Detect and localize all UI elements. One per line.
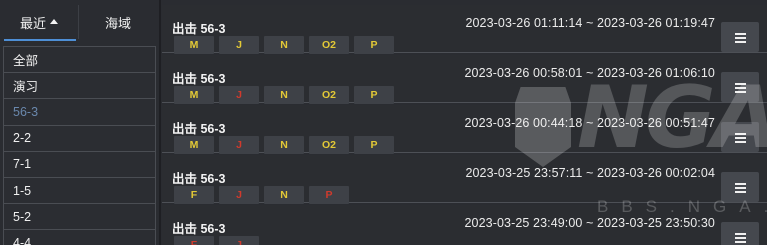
node-badge: J [219, 36, 259, 54]
node-badge: J [219, 236, 259, 245]
list-item[interactable]: 全部 [3, 46, 156, 73]
list-item[interactable]: 4-4 [3, 229, 156, 245]
record-time-range: 2023-03-26 00:44:18 ~ 2023-03-26 00:51:4… [464, 116, 715, 130]
record-time-range: 2023-03-26 00:58:01 ~ 2023-03-26 01:06:1… [464, 66, 715, 80]
node-badge: P [354, 136, 394, 154]
hamburger-menu-icon [734, 132, 746, 143]
map-filter-list: 全部 演习 56-3 2-2 7-1 1-5 5-2 4-4 [3, 46, 156, 245]
battle-record: 出击 56-3 2023-03-26 01:11:14 ~ 2023-03-26 … [162, 5, 767, 54]
node-badge: O2 [309, 86, 349, 104]
battle-record: 出击 56-3 2023-03-25 23:49:00 ~ 2023-03-25 … [162, 205, 767, 245]
list-item[interactable]: 5-2 [3, 203, 156, 230]
record-menu-button[interactable] [721, 122, 759, 152]
record-time-range: 2023-03-25 23:57:11 ~ 2023-03-26 00:02:0… [465, 166, 715, 180]
list-item[interactable]: 1-5 [3, 176, 156, 204]
node-badge: M [174, 136, 214, 154]
battle-record-list: 出击 56-3 2023-03-26 01:11:14 ~ 2023-03-26 … [162, 0, 767, 245]
tab-recent-label: 最近 [19, 15, 46, 31]
record-menu-button[interactable] [721, 72, 759, 102]
node-badge: P [309, 186, 349, 204]
node-badges: M J N O2 P [174, 36, 394, 54]
node-badge: F [174, 236, 214, 245]
node-badge: M [174, 36, 214, 54]
node-badge: N [264, 136, 304, 154]
tab-sea-area[interactable]: 海域 [80, 3, 156, 41]
hamburger-menu-icon [734, 232, 746, 243]
record-time-range: 2023-03-26 01:11:14 ~ 2023-03-26 01:19:4… [465, 16, 715, 30]
node-badge: J [219, 186, 259, 204]
panel-divider [159, 0, 161, 245]
record-title: 出击 56-3 [172, 222, 226, 236]
tab-bar: 最近 海域 [0, 0, 159, 43]
list-item[interactable]: 56-3 [3, 98, 156, 125]
battle-record: 出击 56-3 2023-03-25 23:57:11 ~ 2023-03-26 … [162, 155, 767, 204]
node-badge: J [219, 136, 259, 154]
record-title: 出击 56-3 [172, 72, 226, 86]
record-title: 出击 56-3 [172, 122, 226, 136]
tab-sea-area-label: 海域 [104, 15, 131, 31]
list-item[interactable]: 演习 [3, 72, 156, 99]
node-badge: N [264, 86, 304, 104]
tab-divider [78, 5, 79, 39]
caret-up-icon [50, 18, 58, 24]
record-menu-button[interactable] [721, 22, 759, 52]
record-title: 出击 56-3 [172, 172, 226, 186]
battle-record: 出击 56-3 2023-03-26 00:44:18 ~ 2023-03-26 … [162, 105, 767, 154]
node-badge: O2 [309, 136, 349, 154]
battle-record: 出击 56-3 2023-03-26 00:58:01 ~ 2023-03-26 … [162, 55, 767, 104]
node-badges: M J N O2 P [174, 86, 394, 104]
node-badge: P [354, 36, 394, 54]
left-panel: 最近 海域 全部 演习 56-3 2-2 7-1 1-5 5-2 4-4 [0, 0, 159, 245]
list-item[interactable]: 2-2 [3, 124, 156, 151]
node-badges: FJ [174, 236, 259, 245]
node-badge: N [264, 186, 304, 204]
record-menu-button[interactable] [721, 222, 759, 245]
node-badge: O2 [309, 36, 349, 54]
node-badge: P [354, 86, 394, 104]
hamburger-menu-icon [734, 82, 746, 93]
hamburger-menu-icon [734, 32, 746, 43]
node-badge: N [264, 36, 304, 54]
node-badge: F [174, 186, 214, 204]
record-title: 出击 56-3 [172, 22, 226, 36]
active-tab-indicator [4, 39, 76, 41]
tab-recent[interactable]: 最近 [0, 3, 78, 41]
node-badge: J [219, 86, 259, 104]
node-badges: M J N O2 P [174, 136, 394, 154]
list-item[interactable]: 7-1 [3, 150, 156, 177]
node-badge: M [174, 86, 214, 104]
hamburger-menu-icon [734, 182, 746, 193]
node-badges: FJNP [174, 186, 349, 204]
record-time-range: 2023-03-25 23:49:00 ~ 2023-03-25 23:50:3… [464, 216, 715, 230]
record-menu-button[interactable] [721, 172, 759, 202]
